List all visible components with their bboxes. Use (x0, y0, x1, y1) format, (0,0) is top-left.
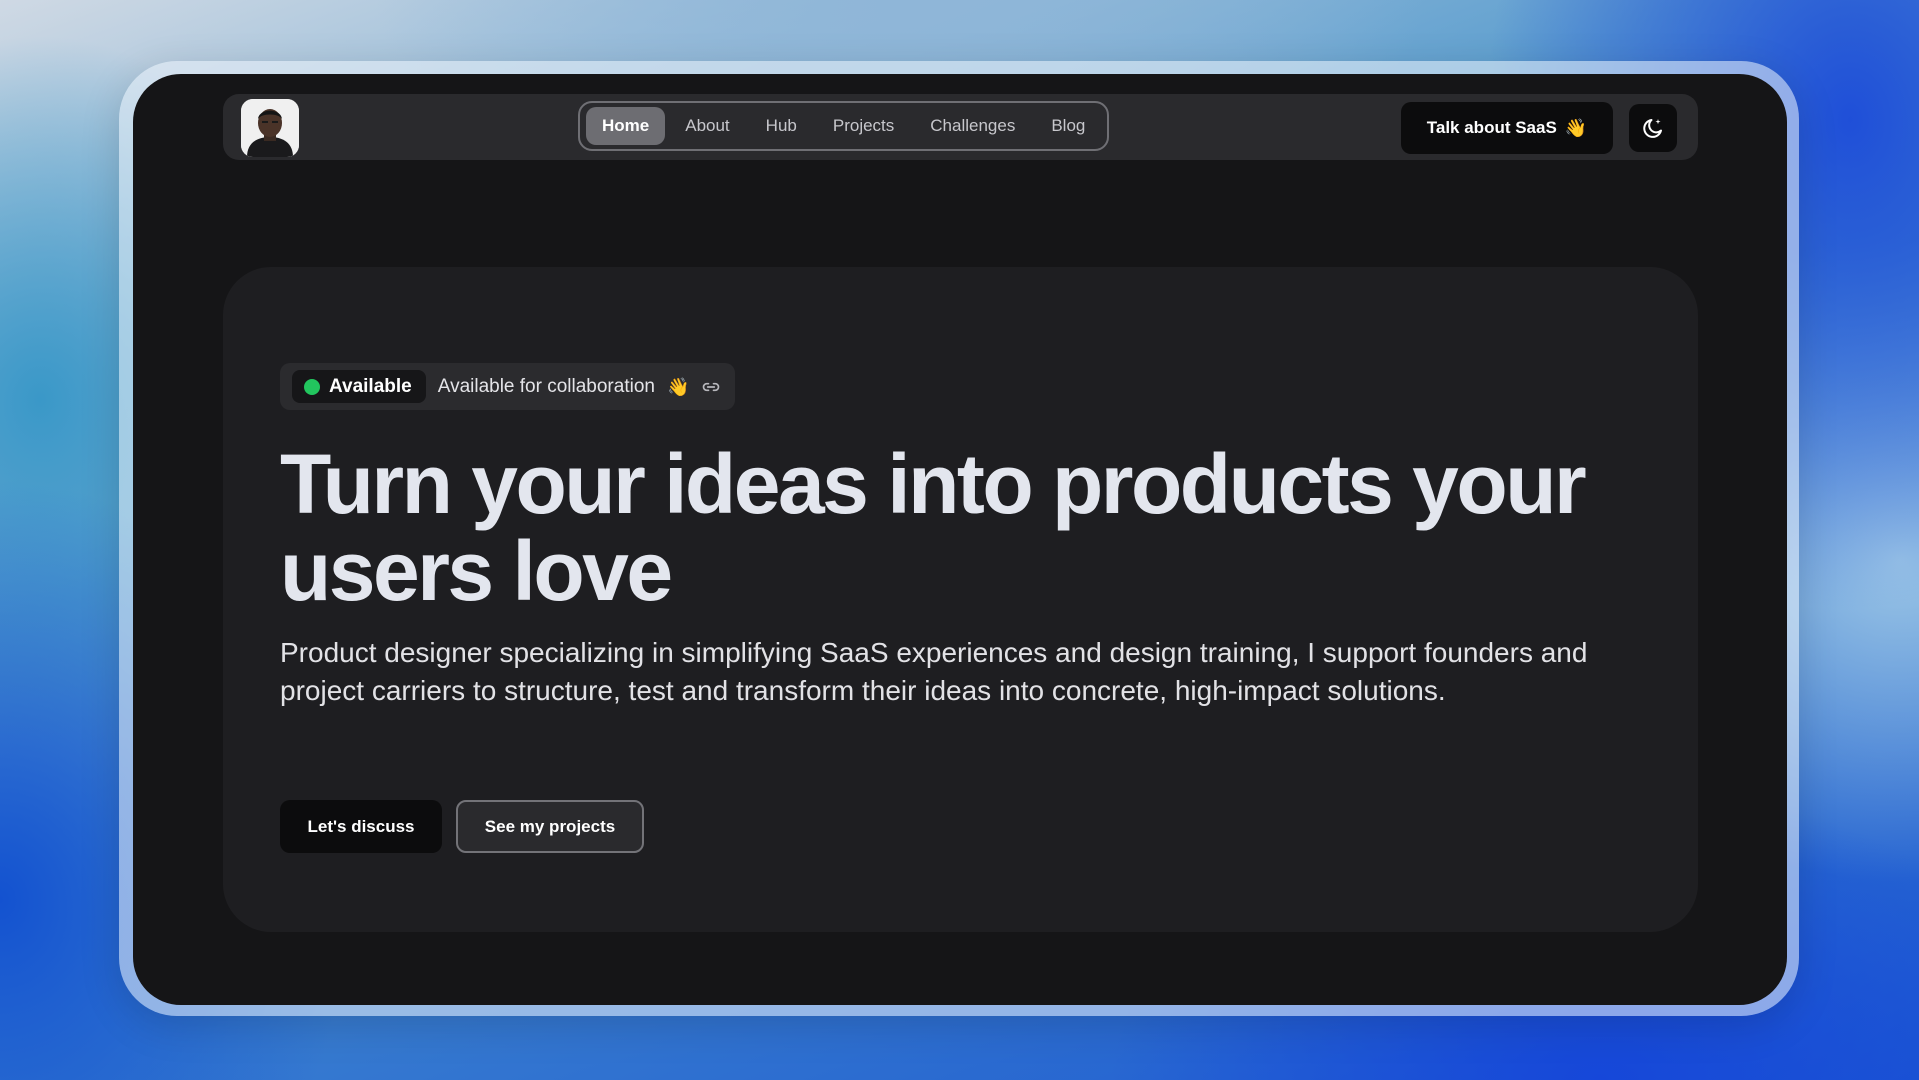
nav-item-hub[interactable]: Hub (750, 107, 813, 145)
avatar-portrait-icon (241, 99, 299, 157)
top-navbar: Home About Hub Projects Challenges Blog … (223, 94, 1698, 160)
theme-toggle-button[interactable] (1629, 104, 1677, 152)
hero-card: Available Available for collaboration 👋 … (223, 267, 1698, 932)
availability-badge[interactable]: Available Available for collaboration 👋 (280, 363, 736, 410)
hero-subtitle: Product designer specializing in simplif… (280, 637, 1588, 706)
nav-item-projects[interactable]: Projects (817, 107, 910, 145)
talk-about-saas-label: Talk about SaaS (1426, 118, 1557, 137)
nav-item-about[interactable]: About (669, 107, 745, 145)
nav-item-challenges[interactable]: Challenges (914, 107, 1031, 145)
nav-item-home[interactable]: Home (586, 107, 666, 145)
waving-hand-icon: 👋 (666, 376, 690, 397)
lets-discuss-button[interactable]: Let's discuss (280, 800, 442, 853)
avatar[interactable] (241, 99, 299, 157)
main-navigation: Home About Hub Projects Challenges Blog (578, 101, 1110, 151)
status-dot-icon (304, 378, 320, 395)
see-my-projects-button[interactable]: See my projects (456, 800, 644, 853)
hero-headline: Turn your ideas into products your users… (280, 437, 1587, 618)
moon-icon (1643, 119, 1662, 138)
waving-hand-icon: 👋 (1564, 118, 1588, 138)
nav-item-blog[interactable]: Blog (1035, 107, 1101, 145)
page-viewport: Home About Hub Projects Challenges Blog … (133, 74, 1787, 1005)
link-icon (703, 382, 720, 391)
availability-text: Available for collaboration (437, 375, 655, 397)
status-pill: Available (292, 370, 426, 403)
talk-about-saas-button[interactable]: Talk about SaaS 👋 (1401, 102, 1613, 154)
status-label: Available (329, 375, 412, 397)
